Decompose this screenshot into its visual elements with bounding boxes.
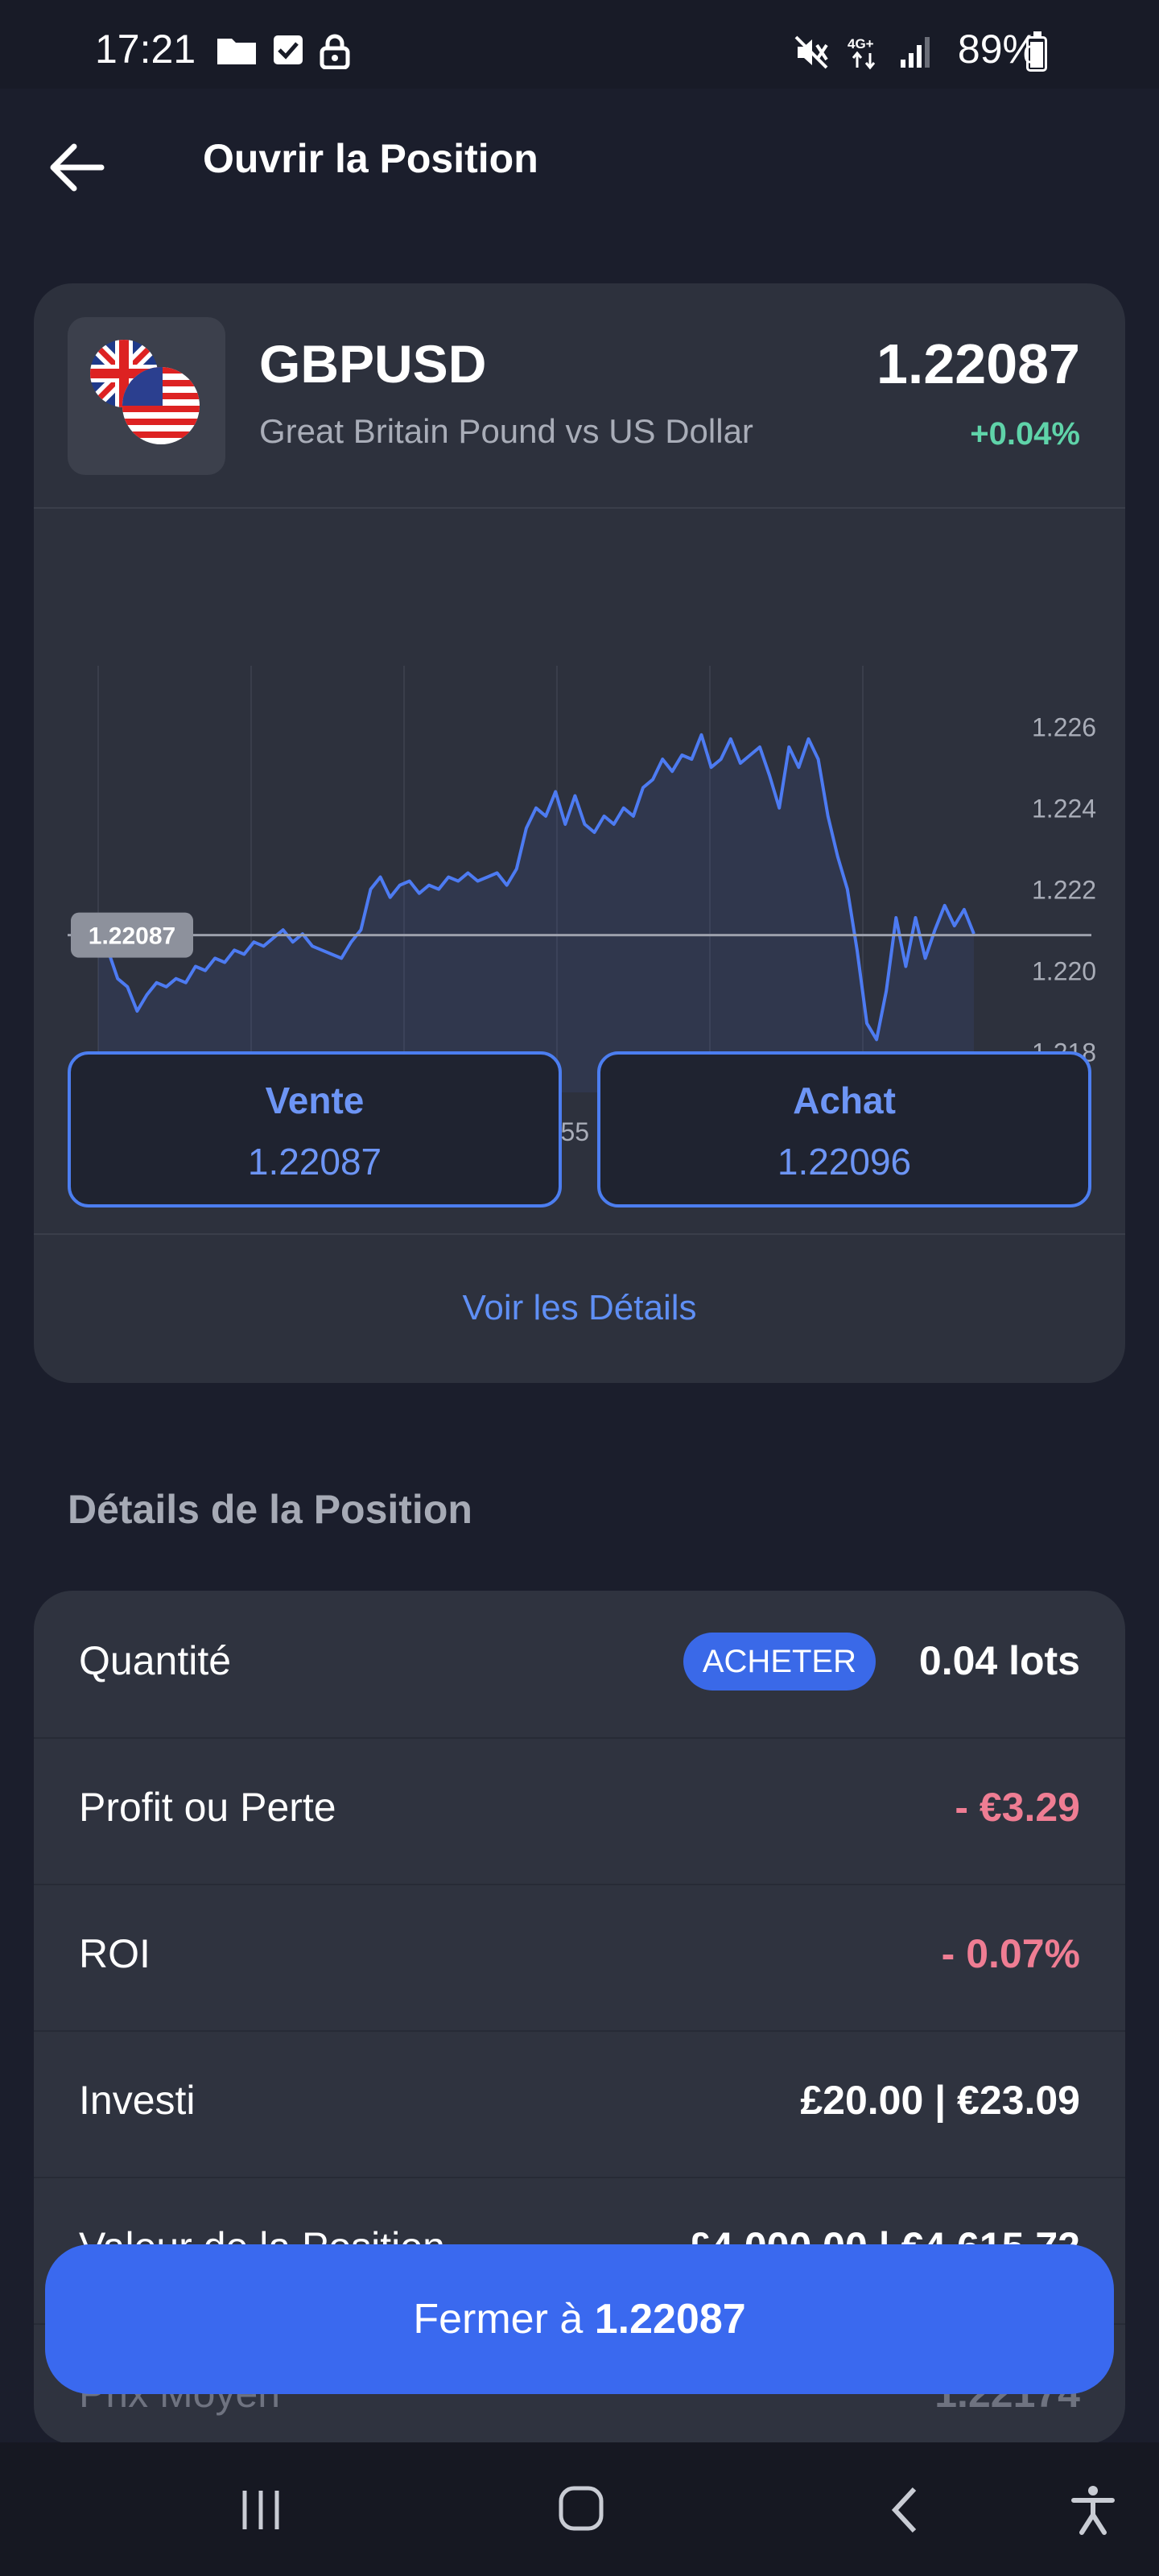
buy-badge: ACHETER: [683, 1633, 876, 1690]
svg-text:4G+: 4G+: [848, 36, 874, 52]
status-left-icons: [216, 34, 351, 69]
chart-area: [98, 734, 974, 1092]
arrow-left-icon: [50, 143, 105, 192]
currency-flags: [68, 317, 225, 475]
sell-label: Vente: [265, 1080, 365, 1121]
row-value: £20.00 | €23.09: [800, 2078, 1080, 2123]
asset-change: +0.04%: [970, 416, 1080, 452]
y-tick-label: 1.226: [1032, 713, 1096, 742]
divider: [34, 1233, 1125, 1235]
detail-row-quantity: Quantité ACHETER 0.04 lots: [34, 1591, 1125, 1739]
close-label: Fermer à: [413, 2296, 584, 2343]
status-time: 17:21: [95, 27, 196, 72]
signal-icon: [901, 37, 930, 68]
checkbox-icon: [274, 35, 303, 64]
close-position-button[interactable]: Fermer à 1.22087: [45, 2244, 1114, 2394]
section-title: Détails de la Position: [68, 1487, 472, 1532]
row-label: ROI: [79, 1931, 151, 1976]
home-icon[interactable]: [557, 2484, 605, 2533]
buy-label: Achat: [793, 1080, 896, 1121]
close-price: 1.22087: [594, 2296, 746, 2343]
y-tick-label: 1.220: [1032, 957, 1096, 986]
page-title: Ouvrir la Position: [203, 136, 538, 181]
view-details-link[interactable]: Voir les Détails: [34, 1288, 1125, 1328]
app-header: Ouvrir la Position: [0, 89, 1159, 233]
network-4g-icon: 4G+: [848, 36, 876, 70]
folder-icon: [217, 39, 256, 64]
row-value: - 0.07%: [941, 1931, 1080, 1976]
y-tick-label: 1.224: [1032, 795, 1096, 824]
buy-button[interactable]: Achat 1.22096: [597, 1051, 1091, 1208]
status-bar: 17:21 4G+ 89%: [0, 0, 1159, 89]
back-button[interactable]: [45, 137, 109, 198]
recent-apps-icon[interactable]: [238, 2487, 283, 2533]
sell-button[interactable]: Vente 1.22087: [68, 1051, 562, 1208]
row-value: 0.04 lots: [918, 1638, 1080, 1683]
accessibility-icon[interactable]: [1069, 2484, 1117, 2536]
asset-symbol: GBPUSD: [259, 334, 487, 394]
asset-name: Great Britain Pound vs US Dollar: [259, 412, 753, 450]
detail-row-profit-loss: Profit ou Perte - €3.29: [34, 1737, 1125, 1885]
row-label: Quantité: [79, 1638, 232, 1683]
row-label: Profit ou Perte: [79, 1785, 336, 1830]
system-navigation-bar: [0, 2442, 1159, 2576]
detail-row-invested: Investi £20.00 | €23.09: [34, 2030, 1125, 2178]
battery-icon: [1026, 31, 1047, 72]
asset-card: GBPUSD Great Britain Pound vs US Dollar …: [34, 283, 1125, 1383]
buy-price: 1.22096: [777, 1141, 912, 1183]
row-value: - €3.29: [955, 1785, 1080, 1830]
current-price-label: 1.22087: [89, 923, 175, 950]
y-tick-label: 1.222: [1032, 876, 1096, 905]
row-label: Investi: [79, 2078, 196, 2123]
sell-price: 1.22087: [247, 1141, 382, 1183]
uk-flag-icon: [90, 340, 200, 444]
detail-row-roi: ROI - 0.07%: [34, 1884, 1125, 2032]
asset-price: 1.22087: [876, 332, 1080, 395]
nav-back-icon[interactable]: [889, 2486, 921, 2534]
mute-icon: [794, 35, 828, 69]
status-right-icons: 4G+: [793, 34, 934, 71]
lock-icon: [320, 34, 350, 69]
